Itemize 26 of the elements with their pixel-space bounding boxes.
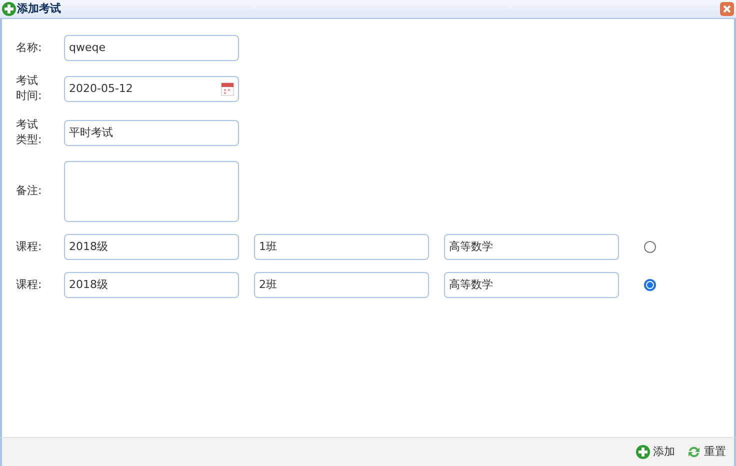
refresh-icon bbox=[687, 445, 701, 459]
add-button[interactable]: 添加 bbox=[636, 444, 675, 460]
input-field[interactable]: 高等数学 bbox=[444, 272, 619, 298]
field-label: 考试时间: bbox=[16, 73, 42, 104]
field-label: 考试类型: bbox=[16, 116, 42, 148]
field-label: 课程: bbox=[16, 276, 42, 292]
input-field[interactable]: 高等数学 bbox=[444, 234, 619, 260]
field-label: 备注: bbox=[16, 183, 42, 198]
radio-button[interactable] bbox=[644, 278, 656, 291]
date-field[interactable]: 2020-05-12 bbox=[64, 76, 239, 102]
close-icon[interactable] bbox=[720, 2, 734, 16]
input-field[interactable]: 2班 bbox=[254, 272, 429, 298]
input-field[interactable]: 2018级 bbox=[64, 234, 239, 260]
input-field[interactable]: 1班 bbox=[254, 234, 429, 260]
calendar-icon[interactable] bbox=[221, 82, 234, 96]
input-field[interactable]: 2018级 bbox=[64, 272, 239, 298]
input-field[interactable]: 平时考试 bbox=[64, 120, 239, 146]
input-field[interactable]: qweqe bbox=[64, 35, 239, 61]
remarks-field[interactable] bbox=[64, 160, 239, 222]
radio-button[interactable] bbox=[644, 240, 656, 253]
field-label: 课程: bbox=[16, 238, 42, 254]
add-icon bbox=[2, 2, 16, 16]
reset-button[interactable]: 重置 bbox=[687, 444, 726, 460]
window-title: 添加考试 bbox=[17, 0, 61, 17]
add-icon bbox=[636, 445, 650, 459]
field-label: 名称: bbox=[16, 40, 42, 56]
